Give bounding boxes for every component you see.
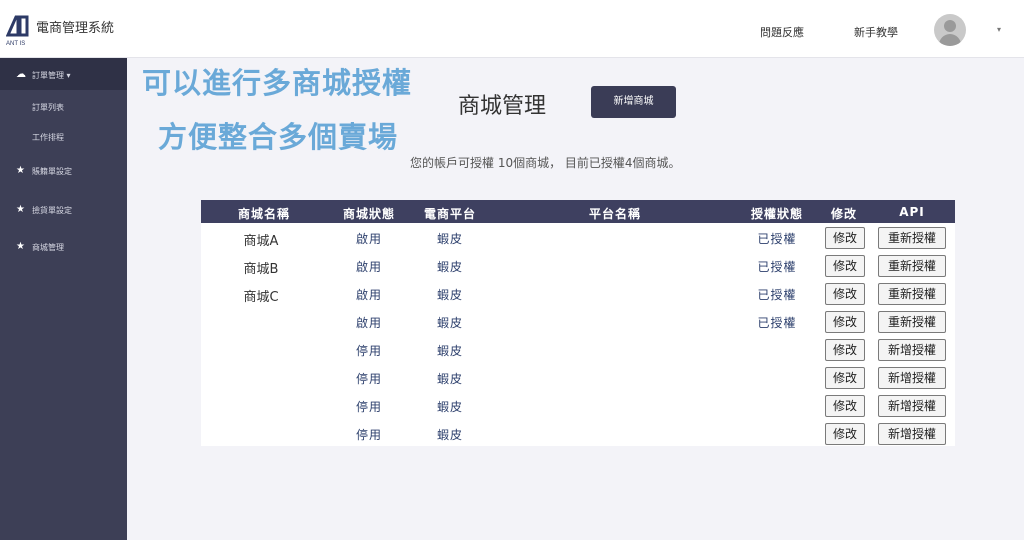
api-authorize-button[interactable]: 新增授權	[878, 423, 946, 445]
table-header: 商城名稱 商城狀態 電商平台 平台名稱 授權狀態 修改 API	[201, 200, 955, 223]
sidebar-item-label: 撿貨單設定	[32, 206, 72, 215]
star-icon: ★	[16, 204, 25, 215]
user-menu-chevron-icon[interactable]: ▾	[997, 25, 1001, 34]
api-authorize-button[interactable]: 重新授權	[878, 283, 946, 305]
column-header-auth-status: 授權狀態	[750, 207, 804, 221]
platform-cell: 蝦皮	[436, 344, 464, 358]
logo-text: ANT IS	[6, 41, 25, 47]
auth-status-cell: 已授權	[757, 288, 797, 302]
sidebar-item-order-list[interactable]: 訂單列表	[32, 102, 64, 113]
edit-button[interactable]: 修改	[825, 283, 865, 305]
store-status-cell: 啟用	[355, 260, 383, 274]
edit-button[interactable]: 修改	[825, 227, 865, 249]
top-header: ANT IS 電商管理系統 問題反應 新手教學 ▾	[0, 0, 1024, 58]
sidebar-item-label: 商城管理	[32, 243, 64, 252]
store-status-cell: 停用	[355, 428, 383, 442]
table-row: 商城A 啟用 蝦皮 已授權 修改 重新授權	[201, 224, 955, 252]
platform-cell: 蝦皮	[436, 288, 464, 302]
column-header-platform: 電商平台	[423, 207, 477, 221]
platform-cell: 蝦皮	[436, 260, 464, 274]
feedback-link[interactable]: 問題反應	[760, 24, 804, 40]
api-authorize-button[interactable]: 新增授權	[878, 367, 946, 389]
sidebar-item-label: 訂單管理 ▾	[32, 71, 71, 80]
platform-cell: 蝦皮	[436, 428, 464, 442]
app-title: 電商管理系統	[36, 21, 115, 36]
avatar-body	[939, 34, 961, 46]
tutorial-link[interactable]: 新手教學	[854, 24, 898, 40]
table-row: 商城B 啟用 蝦皮 已授權 修改 重新授權	[201, 252, 955, 280]
avatar-head	[944, 20, 956, 32]
api-authorize-button[interactable]: 重新授權	[878, 227, 946, 249]
store-status-cell: 停用	[355, 400, 383, 414]
platform-cell: 蝦皮	[436, 400, 464, 414]
store-status-cell: 停用	[355, 344, 383, 358]
edit-button[interactable]: 修改	[825, 311, 865, 333]
store-name-cell: 商城C	[243, 290, 279, 305]
platform-cell: 蝦皮	[436, 316, 464, 330]
user-avatar[interactable]	[934, 14, 966, 46]
edit-button[interactable]: 修改	[825, 423, 865, 445]
store-status-cell: 啟用	[355, 288, 383, 302]
sidebar-item-job-schedule[interactable]: 工作排程	[32, 132, 64, 143]
page-title: 商城管理	[458, 94, 547, 119]
store-name-cell: 商城B	[243, 262, 279, 277]
column-header-platform-name: 平台名稱	[588, 207, 642, 221]
column-header-store-status: 商城狀態	[342, 207, 396, 221]
star-icon: ★	[16, 165, 25, 176]
column-header-api: API	[899, 205, 925, 219]
auth-status-cell: 已授權	[757, 232, 797, 246]
table-row: 商城C 啟用 蝦皮 已授權 修改 重新授權	[201, 280, 955, 308]
cloud-download-icon: ☁	[16, 69, 26, 80]
store-status-cell: 啟用	[355, 232, 383, 246]
store-table: 商城名稱 商城狀態 電商平台 平台名稱 授權狀態 修改 API 商城A 啟用 蝦皮已…	[201, 200, 955, 446]
auth-status-cell: 已授權	[757, 316, 797, 330]
edit-button[interactable]: 修改	[825, 395, 865, 417]
sidebar: ☁ 訂單管理 ▾ 訂單列表 工作排程 ★ 賬籍單設定 ★ 撿貨單設定 ★ 商城管…	[0, 58, 127, 540]
table-row: 停用 蝦皮 修改 新增授權	[201, 392, 955, 420]
star-icon: ★	[16, 241, 25, 252]
api-authorize-button[interactable]: 新增授權	[878, 395, 946, 417]
add-store-button[interactable]: 新增商城	[591, 86, 676, 118]
promo-line-2: 方便整合多個賣場	[158, 120, 399, 154]
auth-status-cell: 已授權	[757, 260, 797, 274]
store-name-cell: 商城A	[243, 234, 279, 249]
sidebar-item-label: 賬籍單設定	[32, 167, 72, 176]
edit-button[interactable]: 修改	[825, 255, 865, 277]
edit-button[interactable]: 修改	[825, 339, 865, 361]
table-row: 停用 蝦皮 修改 新增授權	[201, 364, 955, 392]
table-row: 停用 蝦皮 修改 新增授權	[201, 420, 955, 448]
platform-cell: 蝦皮	[436, 232, 464, 246]
column-header-store-name: 商城名稱	[237, 207, 291, 221]
logo-icon[interactable]: ANT IS	[6, 13, 32, 47]
api-authorize-button[interactable]: 重新授權	[878, 255, 946, 277]
store-status-cell: 停用	[355, 372, 383, 386]
table-row: 停用 蝦皮 修改 新增授權	[201, 336, 955, 364]
edit-button[interactable]: 修改	[825, 367, 865, 389]
column-header-edit: 修改	[830, 207, 858, 221]
store-status-cell: 啟用	[355, 316, 383, 330]
table-row: 啟用 蝦皮 已授權 修改 重新授權	[201, 308, 955, 336]
authorization-notice: 您的帳戶可授權 10個商城， 目前已授權4個商城。	[410, 156, 681, 170]
promo-line-1: 可以進行多商城授權	[142, 66, 413, 100]
platform-cell: 蝦皮	[436, 372, 464, 386]
api-authorize-button[interactable]: 新增授權	[878, 339, 946, 361]
api-authorize-button[interactable]: 重新授權	[878, 311, 946, 333]
